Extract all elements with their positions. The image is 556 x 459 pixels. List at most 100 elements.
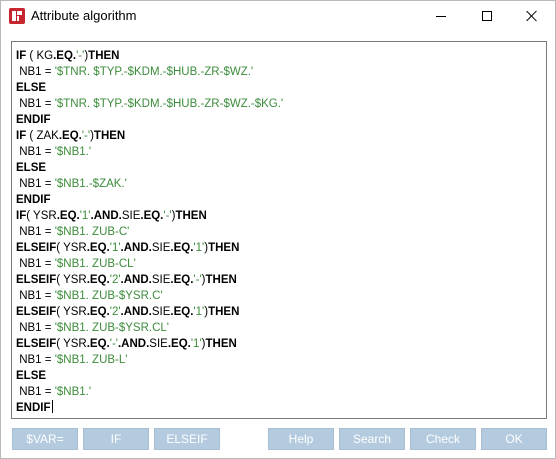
insert-if-button[interactable]: IF xyxy=(83,428,149,450)
keyword-token: IF xyxy=(16,130,27,142)
keyword-token: THEN xyxy=(208,306,240,318)
identifier-token: SIE xyxy=(151,306,171,318)
maximize-icon xyxy=(482,11,492,21)
string-literal-token: '-' xyxy=(81,130,91,142)
operator-token: .EQ. xyxy=(170,242,194,254)
code-line[interactable]: NB1 = '$NB1. ZUB-CL' xyxy=(16,256,546,272)
window-title: Attribute algorithm xyxy=(31,8,137,23)
code-line[interactable]: NB1 = '$TNR. $TYP.-$KDM.-$HUB.-ZR-$WZ.-$… xyxy=(16,96,546,112)
string-literal-token: '1' xyxy=(193,242,205,254)
identifier-token: ( YSR xyxy=(56,306,87,318)
identifier-token: NB1 = xyxy=(16,226,55,238)
identifier-token: NB1 = xyxy=(16,354,55,366)
operator-token: .AND. xyxy=(120,242,152,254)
operator-token: .EQ. xyxy=(86,338,110,350)
keyword-token: ENDIF xyxy=(16,402,51,414)
identifier-token: ( YSR xyxy=(56,338,87,350)
keyword-token: THEN xyxy=(205,274,237,286)
keyword-token: THEN xyxy=(93,130,126,142)
keyword-token: THEN xyxy=(175,210,207,222)
code-line[interactable]: NB1 = '$TNR. $TYP.-$KDM.-$HUB.-ZR-$WZ.' xyxy=(16,64,546,80)
identifier-token: SIE xyxy=(121,210,141,222)
operator-token: .EQ. xyxy=(170,274,194,286)
code-line[interactable]: ELSE xyxy=(16,368,546,384)
operator-token: .EQ. xyxy=(167,338,191,350)
app-logo-icon xyxy=(9,8,25,24)
code-line[interactable]: IF( YSR.EQ.'1'.AND.SIE.EQ.'-')THEN xyxy=(16,208,546,224)
button-bar: $VAR= IF ELSEIF Help Search Check OK xyxy=(1,428,556,450)
code-line[interactable]: ENDIF xyxy=(16,400,546,416)
identifier-token: ( YSR xyxy=(56,274,87,286)
code-line[interactable]: NB1 = '$NB1. ZUB-$YSR.CL' xyxy=(16,320,546,336)
string-literal-token: '$NB1. ZUB-C' xyxy=(54,226,130,238)
operator-token: .AND. xyxy=(120,274,152,286)
keyword-token: ENDIF xyxy=(16,194,51,206)
code-line[interactable]: ELSEIF( YSR.EQ.'1'.AND.SIE.EQ.'1')THEN xyxy=(16,240,546,256)
close-button[interactable] xyxy=(509,1,555,31)
string-literal-token: '-' xyxy=(109,338,118,350)
string-literal-token: '$NB1. ZUB-$YSR.CL' xyxy=(54,322,170,334)
maximize-button[interactable] xyxy=(464,1,510,31)
keyword-token: IF xyxy=(16,210,27,222)
keyword-token: ELSEIF xyxy=(16,242,57,254)
check-button[interactable]: Check xyxy=(410,428,476,450)
identifier-token: NB1 = xyxy=(16,66,55,78)
identifier-token: NB1 = xyxy=(16,146,55,158)
operator-token: .EQ. xyxy=(56,210,80,222)
code-line[interactable]: ELSEIF( YSR.EQ.'2'.AND.SIE.EQ.'1')THEN xyxy=(16,304,546,320)
code-line[interactable]: ELSE xyxy=(16,160,546,176)
operator-token: .EQ. xyxy=(86,242,110,254)
keyword-token: ELSEIF xyxy=(16,338,57,350)
code-line[interactable]: ENDIF xyxy=(16,192,546,208)
keyword-token: THEN xyxy=(205,338,237,350)
keyword-token: IF xyxy=(16,50,27,62)
ok-button[interactable]: OK xyxy=(481,428,547,450)
identifier-token: ( YSR xyxy=(26,210,57,222)
string-literal-token: '-' xyxy=(163,210,172,222)
string-literal-token: '$NB1.' xyxy=(54,146,92,158)
identifier-token: SIE xyxy=(151,274,171,286)
identifier-token: NB1 = xyxy=(16,290,55,302)
code-line[interactable]: ELSEIF( YSR.EQ.'-'.AND.SIE.EQ.'1')THEN xyxy=(16,336,546,352)
operator-token: .EQ. xyxy=(170,306,194,318)
code-line[interactable]: NB1 = '$NB1.' xyxy=(16,144,546,160)
code-line[interactable]: NB1 = '$NB1. ZUB-L' xyxy=(16,352,546,368)
code-line[interactable]: ENDIF xyxy=(16,112,546,128)
code-line[interactable]: ELSE xyxy=(16,80,546,96)
identifier-token: SIE xyxy=(151,242,171,254)
string-literal-token: '$NB1.' xyxy=(54,386,92,398)
string-literal-token: '$NB1. ZUB-$YSR.C' xyxy=(54,290,163,302)
code-line[interactable]: NB1 = '$NB1. ZUB-C' xyxy=(16,224,546,240)
title-bar[interactable]: Attribute algorithm xyxy=(1,1,555,31)
operator-token: .AND. xyxy=(90,210,122,222)
string-literal-token: '$NB1. ZUB-CL' xyxy=(54,258,136,270)
code-line[interactable]: NB1 = '$NB1.-$ZAK.' xyxy=(16,176,546,192)
keyword-token: ELSE xyxy=(16,370,47,382)
code-line[interactable]: NB1 = '$NB1. ZUB-$YSR.C' xyxy=(16,288,546,304)
identifier-token: NB1 = xyxy=(16,322,55,334)
identifier-token: SIE xyxy=(149,338,168,350)
identifier-token: ( ZAK xyxy=(26,130,59,142)
insert-elseif-button[interactable]: ELSEIF xyxy=(154,428,220,450)
operator-token: .EQ. xyxy=(140,210,164,222)
keyword-token: ELSE xyxy=(16,82,47,94)
code-editor[interactable]: IF ( KG.EQ.'-')THEN NB1 = '$TNR. $TYP.-$… xyxy=(11,41,547,419)
code-line[interactable]: ELSEIF( YSR.EQ.'2'.AND.SIE.EQ.'-')THEN xyxy=(16,272,546,288)
insert-var-button[interactable]: $VAR= xyxy=(12,428,78,450)
code-line[interactable]: IF ( KG.EQ.'-')THEN xyxy=(16,48,546,64)
minimize-button[interactable] xyxy=(418,1,464,31)
string-literal-token: '$NB1.-$ZAK.' xyxy=(54,178,127,190)
text-caret xyxy=(51,400,53,413)
operator-token: .EQ. xyxy=(86,274,110,286)
keyword-token: THEN xyxy=(208,242,240,254)
string-literal-token: '1' xyxy=(193,306,205,318)
identifier-token: NB1 = xyxy=(16,98,55,110)
code-line[interactable]: NB1 = '$NB1.' xyxy=(16,384,546,400)
identifier-token: ( YSR xyxy=(56,242,87,254)
code-line[interactable]: IF ( ZAK.EQ.'-')THEN xyxy=(16,128,546,144)
help-button[interactable]: Help xyxy=(268,428,334,450)
operator-token: .EQ. xyxy=(58,130,82,142)
operator-token: .AND. xyxy=(120,306,152,318)
string-literal-token: '$TNR. $TYP.-$KDM.-$HUB.-ZR-$WZ.-$KG.' xyxy=(54,98,284,110)
search-button[interactable]: Search xyxy=(339,428,405,450)
